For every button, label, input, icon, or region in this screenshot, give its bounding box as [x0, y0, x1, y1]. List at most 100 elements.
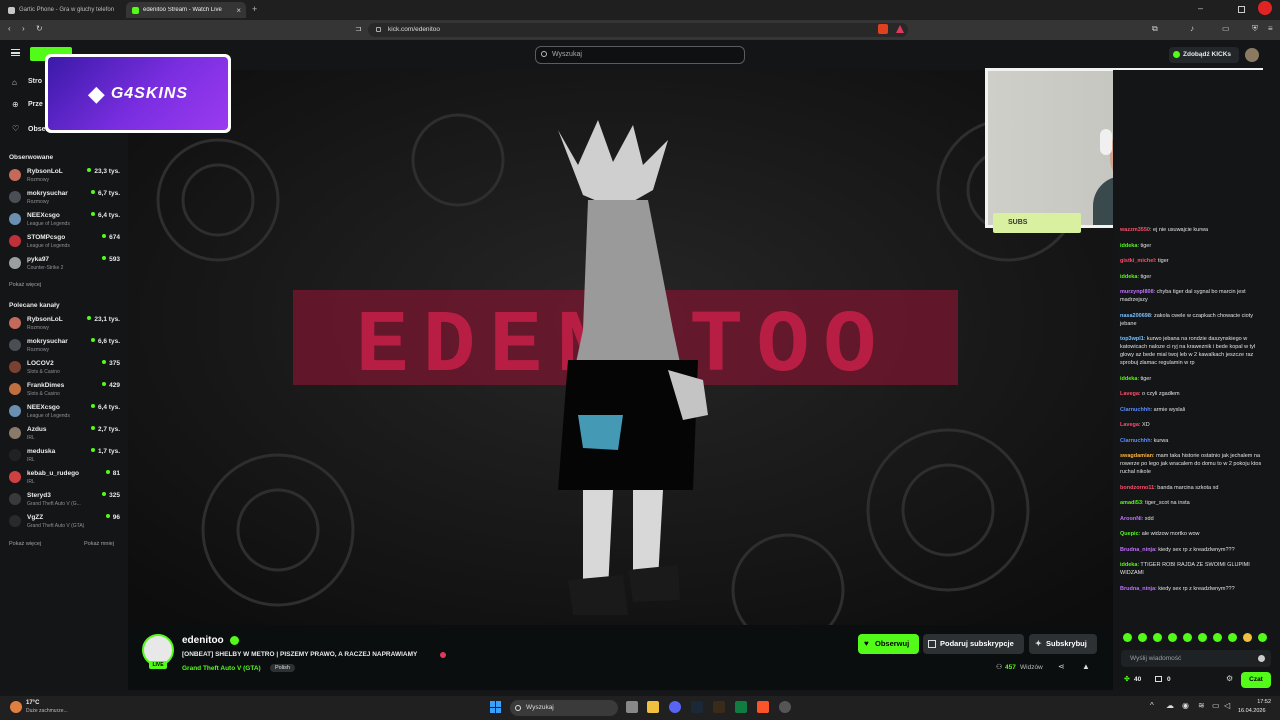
forward-icon[interactable]: ›: [22, 24, 25, 33]
emote-icon[interactable]: [1183, 633, 1192, 642]
chat-username[interactable]: Clarnuchhh: [1120, 438, 1151, 444]
chat-username[interactable]: Quepic: [1120, 531, 1139, 537]
settings-gear-icon[interactable]: ⚙: [1226, 674, 1233, 683]
emote-icon[interactable]: [1153, 633, 1162, 642]
maximize-icon[interactable]: [1238, 6, 1245, 13]
recommended-show-more[interactable]: Pokaż więcej: [9, 541, 41, 547]
recommended-show-less[interactable]: Pokaż mniej: [84, 541, 114, 547]
chat-username[interactable]: Lavega: [1120, 391, 1139, 397]
brave-browser-icon[interactable]: [757, 701, 769, 713]
followed-show-more[interactable]: Pokaż więcej: [9, 282, 41, 288]
chat-username[interactable]: iddeka: [1120, 243, 1137, 249]
report-icon[interactable]: ▲: [1082, 662, 1090, 671]
volume-icon[interactable]: ◁: [1224, 701, 1230, 710]
emote-icon[interactable]: [1243, 633, 1252, 642]
follow-button[interactable]: ♥ Obserwuj: [858, 634, 919, 654]
sidebar-channel[interactable]: Azdus IRL 2,7 tys.: [7, 424, 123, 444]
emote-icon[interactable]: [1213, 633, 1222, 642]
back-icon[interactable]: ‹: [8, 24, 11, 33]
share-icon[interactable]: ⋖: [1058, 662, 1065, 671]
close-tab-icon[interactable]: ×: [236, 6, 241, 15]
wallet-icon[interactable]: ▭: [1222, 24, 1230, 33]
channel-name[interactable]: edenitoo: [182, 635, 224, 646]
sidebar-channel[interactable]: Steryd3 Grand Theft Auto V (G... 325: [7, 490, 123, 510]
bookmark-icon[interactable]: ⊐: [355, 24, 362, 33]
chat-username[interactable]: nasa200698: [1120, 313, 1151, 319]
close-window-icon[interactable]: [1258, 1, 1272, 15]
emote-icon[interactable]: [1228, 633, 1237, 642]
stream-category[interactable]: Grand Theft Auto V (GTA): [182, 665, 261, 672]
task-view-icon[interactable]: [626, 701, 638, 713]
tray-app-icon[interactable]: ◉: [1182, 701, 1189, 710]
emote-icon[interactable]: [1168, 633, 1177, 642]
sidebar-channel[interactable]: FrankDimes Slots & Casino 429: [7, 380, 123, 400]
network-icon[interactable]: ▭: [1212, 701, 1220, 710]
new-tab-icon[interactable]: +: [252, 4, 257, 14]
rewards-icon[interactable]: [896, 25, 904, 33]
sidebar-channel[interactable]: LOCOV2 Slots & Casino 375: [7, 358, 123, 378]
url-field[interactable]: kick.com/edenitoo: [368, 23, 908, 37]
obs-icon[interactable]: [713, 701, 725, 713]
emote-icon[interactable]: [1138, 633, 1147, 642]
video-player[interactable]: EDENITOO: [128, 70, 1113, 625]
clock-time[interactable]: 17:52: [1241, 699, 1271, 705]
chat-username[interactable]: Brudna_ninja: [1120, 586, 1155, 592]
reload-icon[interactable]: ↻: [36, 24, 43, 33]
emoji-icon[interactable]: [1258, 655, 1265, 662]
chat-username[interactable]: iddeka: [1120, 562, 1137, 568]
chat-username[interactable]: iddeka: [1120, 376, 1137, 382]
sidebar-item-home[interactable]: Stro: [28, 78, 42, 85]
user-avatar[interactable]: [1245, 48, 1259, 62]
emote-icon[interactable]: [1258, 633, 1267, 642]
sidebar-channel[interactable]: RybsonLoL Rozmowy 23,1 tys.: [7, 314, 123, 334]
browser-tab-gartic[interactable]: Gartic Phone - Gra w głuchy telefon: [2, 2, 120, 18]
steam-icon[interactable]: [691, 701, 703, 713]
chat-username[interactable]: Clarnuchhh: [1120, 407, 1151, 413]
chat-input[interactable]: Wyślij wiadomość: [1121, 650, 1271, 667]
chat-username[interactable]: wazzm3550: [1120, 227, 1150, 233]
send-chat-button[interactable]: Czat: [1241, 672, 1271, 688]
clock-date[interactable]: 16.04.2026: [1238, 708, 1266, 714]
wifi-icon[interactable]: ≋: [1198, 701, 1205, 710]
chat-username[interactable]: Lavega: [1120, 422, 1139, 428]
sidebar-channel[interactable]: STOMPcsgo League of Legends 674: [7, 232, 123, 252]
sidebar-channel[interactable]: NEEXcsgo League of Legends 6,4 tys.: [7, 210, 123, 230]
minimize-icon[interactable]: –: [1198, 3, 1203, 13]
tray-chevron-icon[interactable]: ^: [1150, 701, 1154, 710]
browser-tab-kick[interactable]: edenitoo Stream - Watch Live ×: [126, 2, 246, 18]
chat-username[interactable]: AroonNi: [1120, 516, 1142, 522]
shield-icon[interactable]: ⛨: [1252, 24, 1258, 34]
sidebar-channel[interactable]: mokrysuchar Rozmowy 6,6 tys.: [7, 336, 123, 356]
sidebar-channel[interactable]: kebab_u_rudego IRL 81: [7, 468, 123, 488]
app-icon[interactable]: [779, 701, 791, 713]
sidebar-channel[interactable]: NEEXcsgo League of Legends 6,4 tys.: [7, 402, 123, 422]
chat-username[interactable]: bondzorno11: [1120, 485, 1154, 491]
discord-icon[interactable]: [669, 701, 681, 713]
gift-subscription-button[interactable]: Podaruj subskrypcje: [923, 634, 1024, 654]
sidebar-channel[interactable]: mokrysuchar Rozmowy 6,7 tys.: [7, 188, 123, 208]
cloud-icon[interactable]: ☁: [1166, 701, 1174, 710]
emote-icon[interactable]: [1198, 633, 1207, 642]
brave-shields-icon[interactable]: [878, 24, 888, 34]
file-explorer-icon[interactable]: [647, 701, 659, 713]
menu-icon[interactable]: ≡: [1268, 24, 1273, 33]
chat-username[interactable]: top3wpl1: [1120, 336, 1144, 342]
get-kicks-button[interactable]: Zdobądź KICKs: [1169, 47, 1239, 63]
sidebar-item-browse[interactable]: Prze: [28, 101, 43, 108]
chat-username[interactable]: swagdamian: [1120, 453, 1153, 459]
chat-username[interactable]: murzynpl808: [1120, 289, 1154, 295]
excel-icon[interactable]: [735, 701, 747, 713]
sidebar-channel[interactable]: VgZZ Grand Theft Auto V (GTA) 96: [7, 512, 123, 532]
chat-username[interactable]: amadi53: [1120, 500, 1142, 506]
emote-icon[interactable]: [1123, 633, 1132, 642]
sidebar-channel[interactable]: RybsonLoL Rozmowy 23,3 tys.: [7, 166, 123, 186]
sidebar-channel[interactable]: meduska IRL 1,7 tys.: [7, 446, 123, 466]
search-input[interactable]: Wyszukaj: [535, 46, 745, 64]
taskbar-search[interactable]: Wyszukaj: [510, 700, 618, 716]
sidebar-channel[interactable]: pyka97 Counter-Strike 2 593: [7, 254, 123, 274]
extension-icon[interactable]: ⧉: [1152, 24, 1158, 34]
site-info-icon[interactable]: [376, 27, 381, 32]
chat-username[interactable]: iddeka: [1120, 274, 1137, 280]
windows-start-icon[interactable]: [490, 701, 502, 713]
chat-username[interactable]: Brudna_ninja: [1120, 547, 1155, 553]
